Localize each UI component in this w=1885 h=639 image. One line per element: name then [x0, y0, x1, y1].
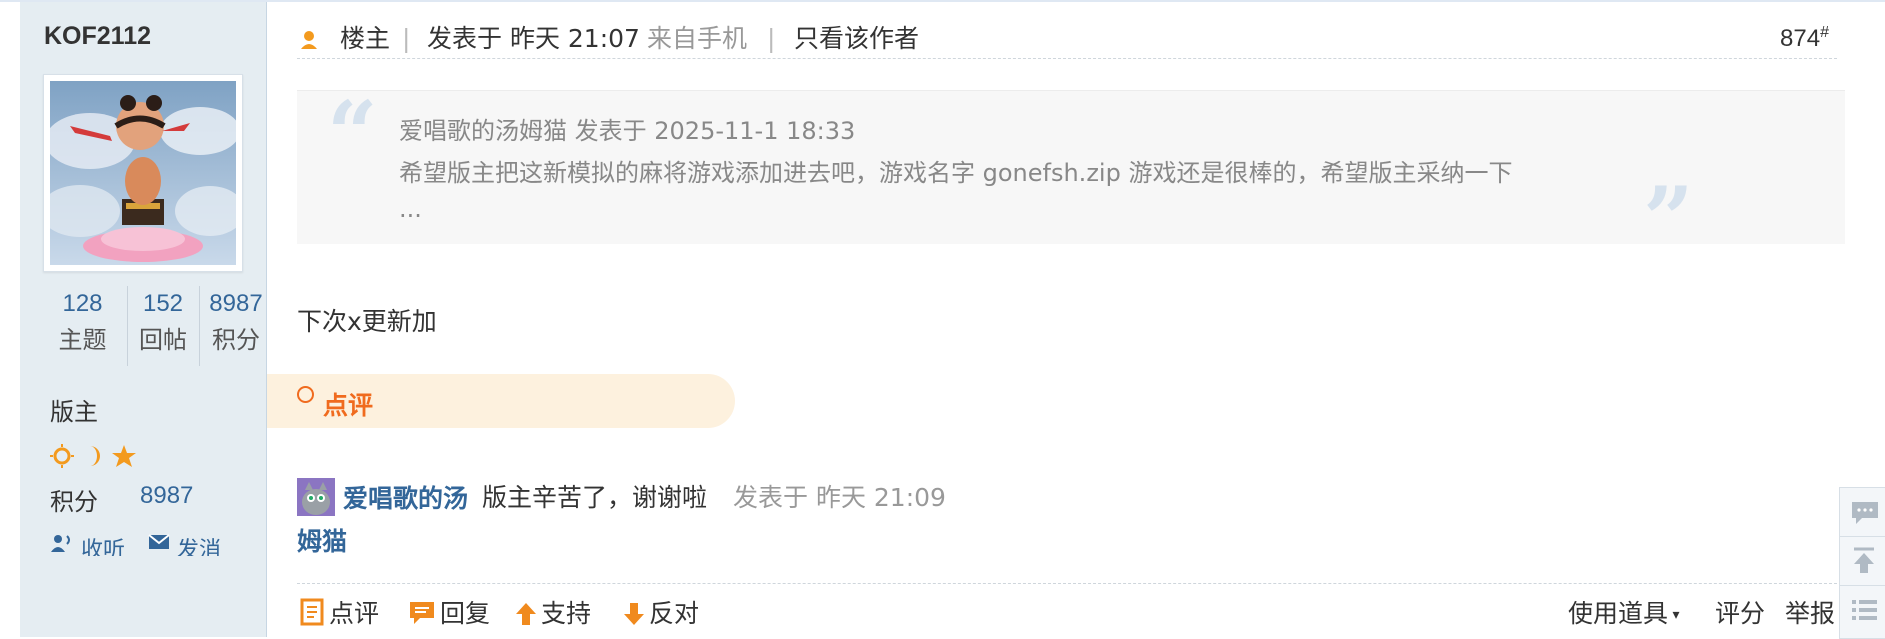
- comment-circle-icon: [297, 386, 314, 403]
- points-value: 8987: [140, 482, 194, 509]
- stat-threads-label: 主题: [58, 326, 107, 354]
- user-icon: [299, 26, 319, 60]
- post-time: 发表于 昨天 21:07: [427, 24, 640, 53]
- author-name[interactable]: KOF2112: [44, 22, 151, 51]
- chat-bubble-icon: [1852, 502, 1878, 524]
- post-action-bar: 点评 回复 支持 反对 使用道具 ▾ 评分 举报: [297, 583, 1837, 638]
- oppose-button[interactable]: 反对: [623, 594, 699, 630]
- stat-threads-value: 128: [62, 290, 103, 317]
- sun-icon: [50, 444, 74, 468]
- divider: |: [402, 24, 411, 53]
- quick-reply-button[interactable]: [1840, 488, 1885, 537]
- post-content: 下次x更新加: [297, 307, 437, 336]
- comment-icon: [300, 598, 324, 626]
- author-actions: 收听 发消: [50, 532, 260, 556]
- listen-button[interactable]: 收听: [50, 532, 125, 556]
- author-only-link[interactable]: 只看该作者: [794, 22, 919, 56]
- comment-avatar[interactable]: [297, 478, 335, 516]
- arrow-up-icon: [516, 603, 536, 625]
- quote-author: 爱唱歌的汤姆猫 发表于 2025-11-1 18:33: [399, 117, 856, 145]
- divider: |: [767, 24, 776, 53]
- comments-header: 点评: [267, 374, 735, 428]
- rank-icons: [50, 442, 140, 474]
- listen-icon: [51, 535, 70, 552]
- reply-button[interactable]: 回复: [408, 594, 490, 630]
- star-icon: [112, 445, 136, 467]
- stat-points[interactable]: 8987 积分: [199, 286, 272, 366]
- open-quote-icon: “: [327, 81, 378, 185]
- points-row: 积分 8987: [50, 482, 193, 517]
- post-header: 楼主 | 发表于 昨天 21:07 来自手机 | 只看该作者 874#: [297, 22, 1837, 59]
- rate-button[interactable]: 评分: [1715, 594, 1765, 630]
- arrow-down-icon: [624, 603, 644, 625]
- moon-icon: [90, 446, 100, 466]
- floor-number[interactable]: 874#: [1780, 24, 1829, 53]
- post-source: 来自手机: [647, 24, 748, 53]
- comment-time: 发表于 昨天 21:09: [733, 483, 946, 512]
- arrow-top-icon: [1854, 547, 1874, 573]
- support-button[interactable]: 支持: [515, 594, 591, 630]
- author-stats: 128 主题 152 回帖 8987 积分: [40, 286, 270, 366]
- avatar-image: [50, 81, 236, 265]
- stat-replies-value: 152: [142, 290, 184, 317]
- comment-button[interactable]: 点评: [299, 594, 379, 630]
- comment-text: 版主辛苦了，谢谢啦: [482, 483, 708, 512]
- stat-replies[interactable]: 152 回帖: [127, 286, 198, 366]
- mail-icon: [148, 534, 170, 549]
- list-button[interactable]: [1840, 586, 1885, 634]
- caret-down-icon: ▾: [1668, 607, 1680, 623]
- comment-user-link[interactable]: 爱唱歌的汤: [343, 479, 468, 515]
- stat-threads[interactable]: 128 主题: [40, 286, 125, 366]
- floating-toolbar: [1839, 487, 1885, 639]
- stat-points-value: 8987: [209, 290, 263, 317]
- op-label: 楼主: [340, 24, 391, 53]
- top-border: [0, 0, 1885, 2]
- points-label: 积分: [50, 488, 98, 516]
- user-group[interactable]: 版主: [50, 392, 98, 427]
- message-label: 发消: [177, 538, 222, 556]
- avatar[interactable]: [43, 74, 243, 272]
- close-quote-icon: ”: [1643, 167, 1694, 271]
- quote-block: “ 爱唱歌的汤姆猫 发表于 2025-11-1 18:33 希望版主把这新模拟的…: [297, 81, 1845, 263]
- comment-user-link-cont[interactable]: 姆猫: [297, 522, 347, 558]
- quote-more: ...: [399, 195, 422, 223]
- message-button[interactable]: 发消: [148, 532, 221, 556]
- listen-label: 收听: [81, 538, 126, 556]
- reply-icon: [410, 602, 434, 624]
- stat-replies-label: 回帖: [139, 326, 187, 354]
- list-icon: [1852, 600, 1877, 620]
- author-sidebar: KOF2112 128 主题 152 回帖 8987 积分 版主 积分 8987…: [20, 2, 267, 637]
- use-tools-menu[interactable]: 使用道具 ▾: [1568, 594, 1680, 630]
- quote-text: 希望版主把这新模拟的麻将游戏添加进去吧，游戏名字 gonefsh.zip 游戏还…: [399, 159, 1513, 187]
- comments-title: 点评: [323, 391, 374, 420]
- report-button[interactable]: 举报: [1785, 594, 1835, 630]
- stat-points-label: 积分: [212, 326, 260, 354]
- back-to-top-button[interactable]: [1840, 537, 1885, 586]
